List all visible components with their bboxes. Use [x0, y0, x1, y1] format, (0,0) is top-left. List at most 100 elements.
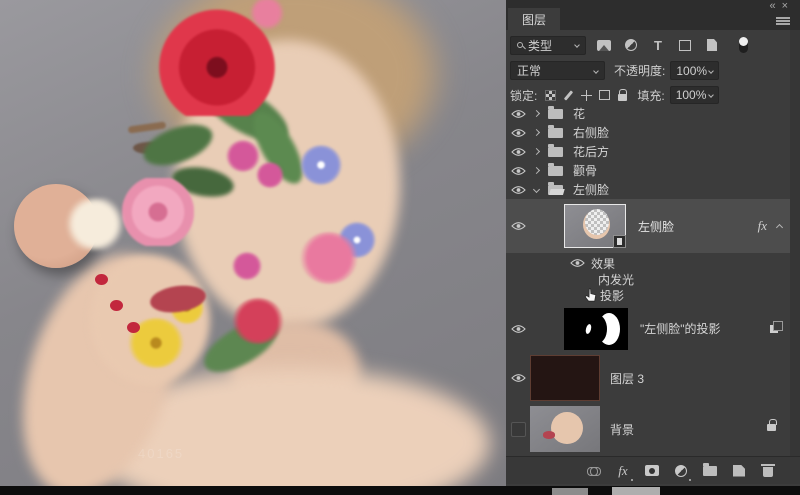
- lock-position-move-icon[interactable]: [577, 86, 595, 104]
- lock-all-icon[interactable]: [613, 86, 631, 104]
- tab-layers[interactable]: 图层: [508, 8, 560, 30]
- panel-menu-icon[interactable]: [776, 17, 790, 25]
- blend-mode-value: 正常: [517, 62, 541, 79]
- collapse-effects-chevron-icon[interactable]: [776, 223, 783, 230]
- chevron-down-icon: [709, 68, 715, 74]
- visibility-toggle[interactable]: [506, 166, 530, 176]
- expand-chevron-icon[interactable]: [533, 167, 540, 174]
- fill-input[interactable]: 100%: [670, 86, 719, 104]
- link-layers-icon[interactable]: [586, 463, 602, 479]
- layer-group-left-face[interactable]: 左侧脸: [506, 180, 790, 199]
- effect-drop-shadow-row[interactable]: 投影: [506, 287, 790, 304]
- bottom-dock-strip: [0, 486, 800, 495]
- visibility-toggle[interactable]: [506, 185, 530, 195]
- panel-toolbar: fx: [506, 456, 800, 484]
- filter-adjustment-layers-icon[interactable]: [622, 36, 640, 54]
- photo-pink-rose: [122, 178, 194, 246]
- blend-row: 正常 不透明度: 100%: [510, 61, 719, 80]
- collapse-panel-icon[interactable]: «: [769, 0, 781, 12]
- effect-inner-glow-row[interactable]: 内发光: [506, 271, 790, 287]
- effects-label: 效果: [591, 255, 615, 272]
- fx-badge[interactable]: fx: [758, 218, 767, 234]
- panel-scroll-gutter[interactable]: [790, 30, 800, 456]
- layer-name: 背景: [610, 421, 634, 438]
- visibility-toggle[interactable]: [506, 373, 530, 383]
- photo-nail: [127, 322, 140, 333]
- layer-row-background[interactable]: 背景: [506, 403, 790, 455]
- photo-magenta-flower: [226, 140, 260, 172]
- lock-pixels-brush-icon[interactable]: [559, 86, 577, 104]
- expand-chevron-icon[interactable]: [533, 129, 540, 136]
- new-layer-icon[interactable]: [731, 463, 747, 479]
- visibility-toggle[interactable]: [506, 147, 530, 157]
- folder-icon: [548, 147, 563, 157]
- visibility-toggle[interactable]: [506, 422, 530, 437]
- blend-mode-dropdown[interactable]: 正常: [510, 61, 605, 80]
- expand-chevron-icon[interactable]: [533, 110, 540, 117]
- filter-toggle-icon[interactable]: [734, 36, 752, 54]
- layer-row-left-face[interactable]: 左侧脸 fx: [506, 199, 790, 253]
- new-group-icon[interactable]: [702, 463, 718, 479]
- eye-icon: [511, 324, 526, 334]
- dock-thumbnail: [552, 488, 588, 495]
- layer-row-shadow[interactable]: "左侧脸"的投影: [506, 304, 790, 353]
- tab-layers-label: 图层: [522, 11, 546, 28]
- filter-type-dropdown[interactable]: 类型: [510, 36, 586, 55]
- layer-group-behind-flower[interactable]: 花后方: [506, 142, 790, 161]
- photo-pink-cluster: [300, 232, 358, 284]
- group-name: 花: [573, 105, 585, 122]
- filter-pixel-layers-icon[interactable]: [595, 36, 613, 54]
- filter-shape-layers-icon[interactable]: [676, 36, 694, 54]
- eye-icon: [511, 147, 526, 157]
- opacity-value: 100%: [676, 64, 707, 78]
- opacity-label: 不透明度:: [614, 62, 665, 79]
- layer-group-right-face[interactable]: 右侧脸: [506, 123, 790, 142]
- lock-artboard-icon[interactable]: [595, 86, 613, 104]
- smart-object-badge-icon: [613, 235, 626, 248]
- visibility-toggle[interactable]: [506, 324, 530, 334]
- layer-name: "左侧脸"的投影: [640, 320, 721, 337]
- thumb-mask-shape: [598, 313, 620, 345]
- visibility-toggle[interactable]: [506, 221, 530, 231]
- layer-group-cheekbone[interactable]: 颧骨: [506, 161, 790, 180]
- collapse-chevron-icon[interactable]: [533, 186, 540, 193]
- eye-icon: [511, 128, 526, 138]
- filter-type-layers-icon[interactable]: T: [649, 36, 667, 54]
- lock-transparency-icon[interactable]: [541, 86, 559, 104]
- layer-thumbnail[interactable]: [564, 204, 626, 248]
- layer-thumbnail[interactable]: [530, 406, 600, 452]
- layer-group-flower[interactable]: 花: [506, 104, 790, 123]
- expand-chevron-icon[interactable]: [533, 148, 540, 155]
- close-panel-icon[interactable]: ×: [782, 0, 794, 12]
- inner-glow-label: 内发光: [598, 271, 634, 288]
- add-layer-mask-icon[interactable]: [644, 463, 660, 479]
- folder-icon: [548, 128, 563, 138]
- eye-icon: [511, 166, 526, 176]
- opacity-input[interactable]: 100%: [670, 61, 719, 80]
- chevron-down-icon: [708, 92, 714, 98]
- filter-type-label: 类型: [528, 37, 552, 54]
- document-canvas[interactable]: 40165: [0, 0, 506, 486]
- eye-icon: [511, 373, 526, 383]
- drop-shadow-label: 投影: [600, 287, 624, 304]
- thumb-face: [551, 412, 583, 444]
- filter-smart-object-icon[interactable]: [703, 36, 721, 54]
- visibility-toggle[interactable]: [506, 128, 530, 138]
- visibility-toggle[interactable]: [506, 109, 530, 119]
- layer-name: 图层 3: [610, 370, 644, 387]
- dock-thumbnail: [612, 487, 660, 495]
- layer-row-layer3[interactable]: 图层 3: [506, 353, 790, 403]
- layer-thumbnail[interactable]: [564, 308, 628, 350]
- chevron-down-icon: [593, 68, 599, 74]
- photoshop-window: 40165 图层 «× 类型 T: [0, 0, 800, 495]
- visibility-toggle[interactable]: [570, 258, 585, 268]
- fill-label: 填充:: [637, 87, 664, 104]
- effects-header-row[interactable]: 效果: [506, 255, 790, 271]
- add-layer-style-icon[interactable]: fx: [615, 463, 631, 479]
- delete-layer-icon[interactable]: [760, 463, 776, 479]
- layer-thumbnail[interactable]: [530, 355, 600, 401]
- chevron-down-icon: [574, 42, 580, 48]
- layers-panel: 图层 «× 类型 T 正常: [506, 0, 800, 486]
- new-adjustment-layer-icon[interactable]: [673, 463, 689, 479]
- group-name: 右侧脸: [573, 124, 609, 141]
